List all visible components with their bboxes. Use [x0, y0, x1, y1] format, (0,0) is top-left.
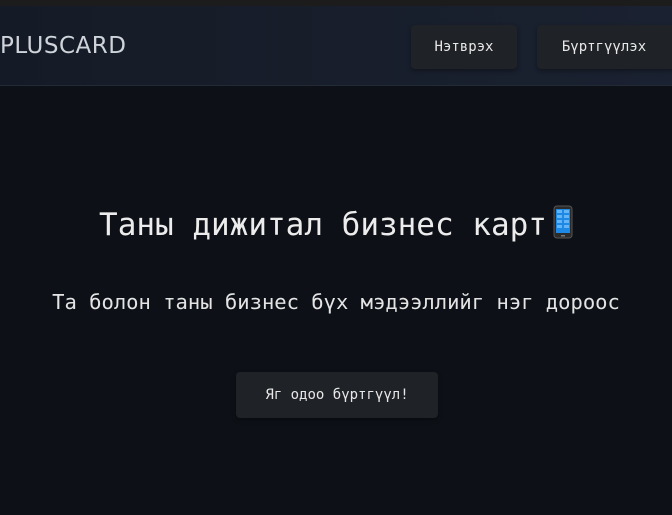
hero-title-text: Таны дижитал бизнес карт: [99, 207, 547, 243]
logo[interactable]: PLUSCARD: [0, 33, 126, 59]
mobile-phone-icon: [553, 205, 573, 239]
register-now-button[interactable]: Яг одоо бүртгүүл!: [236, 372, 438, 418]
login-button[interactable]: Нэтврэх: [411, 25, 517, 69]
hero-subtitle: Та болон таны бизнес бүх мэдээллийг нэг …: [52, 290, 620, 314]
hero-title: Таны дижитал бизнес карт: [0, 205, 672, 243]
site-header: PLUSCARD Нэтврэх Бүртгүүлэх: [0, 6, 672, 86]
register-button[interactable]: Бүртгүүлэх: [537, 25, 672, 69]
